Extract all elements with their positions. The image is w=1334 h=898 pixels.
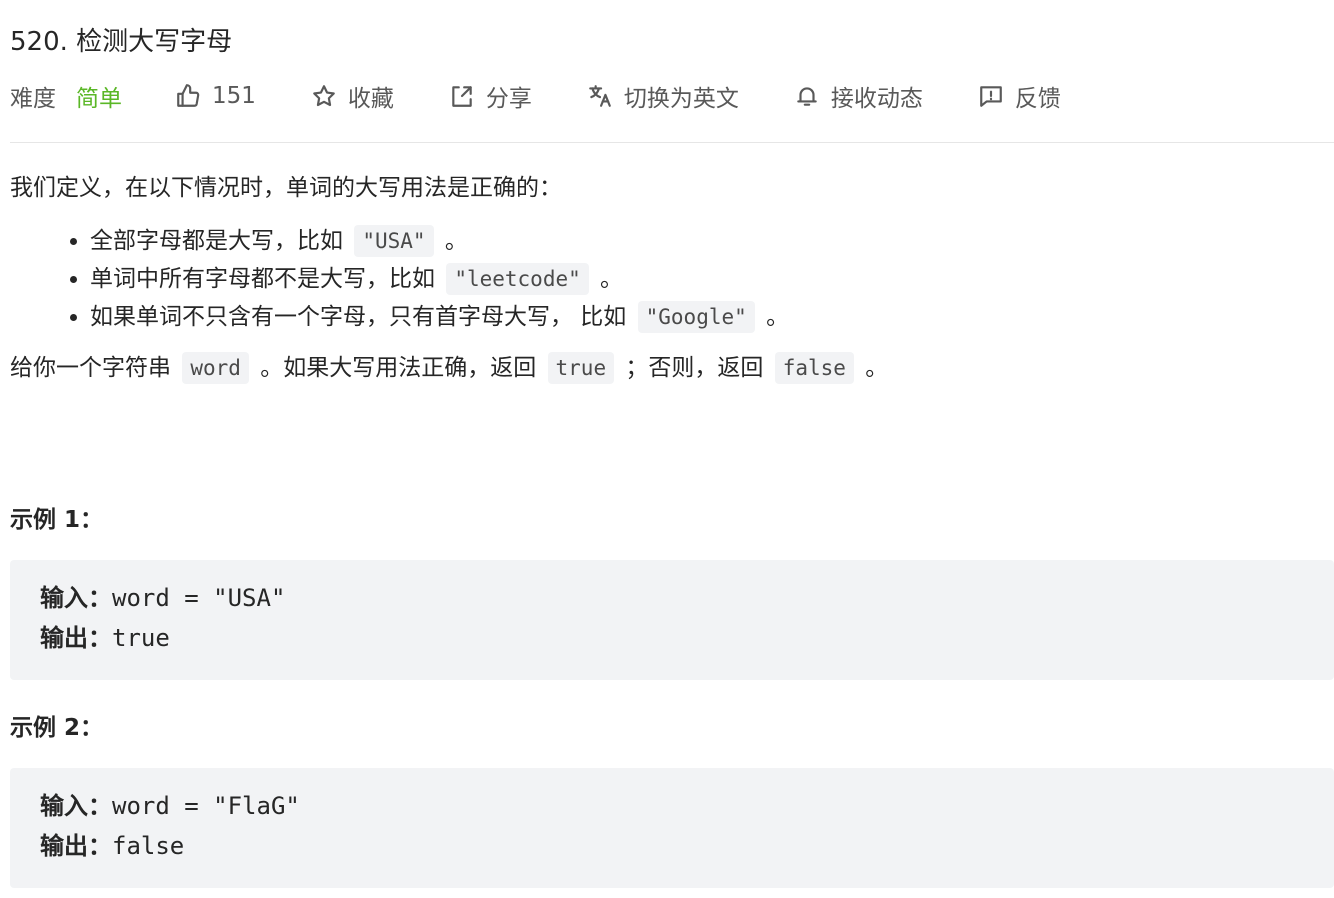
star-icon bbox=[310, 82, 338, 110]
rule-item: 如果单词不只含有一个字母，只有首字母大写， 比如 "Google" 。 bbox=[90, 298, 1310, 336]
favorite-label: 收藏 bbox=[347, 86, 394, 112]
switch-language-label: 切换为英文 bbox=[623, 86, 739, 112]
share-label: 分享 bbox=[485, 86, 532, 112]
example-2-output: 输出：false bbox=[40, 832, 185, 860]
feedback-button[interactable]: 反馈 bbox=[977, 79, 1061, 113]
share-button[interactable]: 分享 bbox=[448, 79, 532, 113]
feedback-icon bbox=[977, 82, 1005, 110]
task-statement: 给你一个字符串 word 。如果大写用法正确，返回 true ；否则，返回 fa… bbox=[10, 348, 1310, 388]
difficulty-badge: 简单 bbox=[76, 86, 122, 112]
feedback-label: 反馈 bbox=[1014, 86, 1061, 112]
rule-item: 单词中所有字母都不是大写，比如 "leetcode" 。 bbox=[90, 260, 1310, 298]
rules-list: 全部字母都是大写，比如 "USA" 。 单词中所有字母都不是大写，比如 "lee… bbox=[10, 222, 1310, 336]
inline-code: word bbox=[182, 352, 249, 384]
subscribe-button[interactable]: 接收动态 bbox=[793, 79, 923, 113]
thumbs-up-icon bbox=[174, 82, 202, 110]
problem-title: 520. 检测大写字母 bbox=[10, 27, 233, 57]
inline-code: true bbox=[547, 352, 615, 384]
translate-icon bbox=[586, 82, 614, 110]
inline-code: "Google" bbox=[637, 301, 755, 333]
example-1-box: 输入：word = "USA" 输出：true bbox=[10, 560, 1334, 680]
example-2-box: 输入：word = "FlaG" 输出：false bbox=[10, 768, 1334, 888]
share-icon bbox=[448, 82, 476, 110]
rule-item: 全部字母都是大写，比如 "USA" 。 bbox=[90, 222, 1310, 260]
favorite-button[interactable]: 收藏 bbox=[310, 79, 394, 113]
inline-code: "USA" bbox=[354, 225, 434, 257]
inline-code: false bbox=[774, 352, 854, 384]
header-divider bbox=[10, 142, 1334, 143]
example-1-output: 输出：true bbox=[40, 624, 170, 652]
bell-icon bbox=[793, 82, 821, 110]
problem-toolbar: 难度 简单 151 收藏 分享 切换为英文 接收动态 反馈 bbox=[10, 78, 1061, 114]
like-count: 151 bbox=[212, 83, 256, 109]
like-button[interactable]: 151 bbox=[174, 82, 256, 110]
description-intro: 我们定义，在以下情况时，单词的大写用法是正确的： bbox=[10, 175, 562, 201]
difficulty-label: 难度 bbox=[10, 86, 56, 112]
example-2-input: 输入：word = "FlaG" bbox=[40, 792, 300, 820]
subscribe-label: 接收动态 bbox=[830, 86, 923, 112]
example-1-input: 输入：word = "USA" bbox=[40, 584, 286, 612]
problem-description: 我们定义，在以下情况时，单词的大写用法是正确的： 全部字母都是大写，比如 "US… bbox=[10, 168, 1310, 388]
inline-code: "leetcode" bbox=[446, 263, 589, 295]
example-1-title: 示例 1： bbox=[10, 507, 104, 533]
example-2-title: 示例 2： bbox=[10, 715, 104, 741]
switch-language-button[interactable]: 切换为英文 bbox=[586, 79, 739, 113]
